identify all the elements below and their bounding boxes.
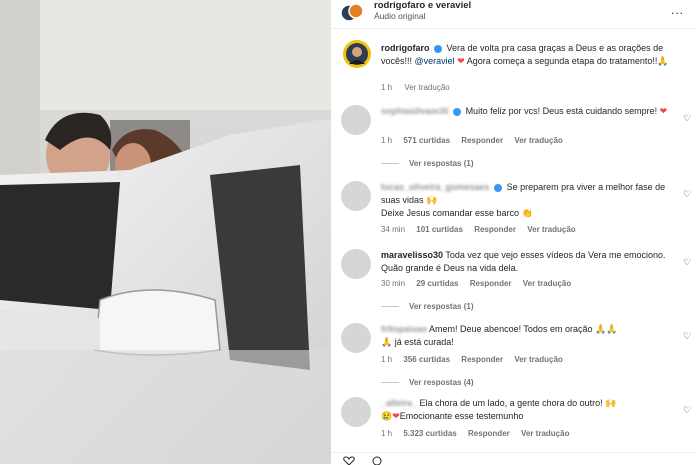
clapping-hands-icon: 👏 — [521, 208, 533, 218]
translate-button[interactable]: Ver tradução — [521, 429, 569, 438]
like-heart-icon[interactable]: ♡ — [682, 189, 692, 199]
comment-username[interactable]: lucas_oliveira_gomesaes — [381, 182, 490, 192]
reply-button[interactable]: Responder — [470, 279, 512, 288]
comment-text: fritopaisao Amem! Deue abencoe! Todos em… — [381, 323, 671, 349]
comment-text: maravelisso30 Toda vez que vejo esses ví… — [381, 249, 671, 275]
caption-translate[interactable]: Ver tradução — [404, 83, 449, 92]
comment-likes[interactable]: 101 curtidas — [416, 225, 463, 234]
divider — [381, 382, 399, 384]
like-heart-icon[interactable]: ♡ — [682, 331, 692, 341]
post-media[interactable] — [0, 0, 331, 464]
reply-button[interactable]: Responder — [461, 355, 503, 364]
comment-meta: 30 min 29 curtidas Responder Ver traduçã… — [381, 279, 580, 288]
post-caption: rodrigofaro Vera de volta pra casa graça… — [331, 34, 696, 94]
divider — [381, 163, 399, 165]
comment-username[interactable]: maravelisso30 — [381, 250, 443, 260]
post-header: rodrigofaro e veraviel Áudio original ..… — [331, 0, 696, 29]
reply-button[interactable]: Responder — [461, 136, 503, 145]
raised-hands-icon: 🙌 — [426, 195, 438, 205]
comment-likes[interactable]: 5.323 curtidas — [403, 429, 456, 438]
comment-body: Amem! Deue abencoe! Todos em oração — [429, 324, 595, 334]
comment-username[interactable]: sophiasilvaoclit — [381, 106, 449, 116]
comment-meta: 1 h 571 curtidas Responder Ver tradução — [381, 136, 572, 145]
heart-emoji-icon: ❤ — [659, 106, 668, 116]
view-replies-button[interactable]: Ver respostas (4) — [381, 378, 473, 387]
caption-username[interactable]: rodrigofaro — [381, 43, 430, 53]
caption-text: rodrigofaro Vera de volta pra casa graça… — [381, 42, 681, 68]
praying-hands-icon: 🙏🙏 — [594, 324, 618, 334]
avatar-image — [343, 40, 371, 68]
avatar[interactable] — [341, 181, 371, 211]
comment-body-2: Emocionante esse testemunho — [399, 411, 524, 421]
avatar[interactable] — [341, 323, 371, 353]
comment-likes[interactable]: 29 curtidas — [416, 279, 458, 288]
comment-body-2: Deixe Jesus comandar esse barco — [381, 208, 522, 218]
like-heart-icon[interactable]: ♡ — [682, 257, 692, 267]
translate-button[interactable]: Ver tradução — [527, 225, 575, 234]
comment-time: 1 h — [381, 429, 393, 438]
comment-username[interactable]: fritopaisao — [381, 324, 427, 334]
post-panel: rodrigofaro e veraviel Áudio original ..… — [331, 0, 696, 465]
verified-icon — [434, 44, 443, 53]
comment-text: lucas_oliveira_gomesaes Se preparem pra … — [381, 181, 671, 220]
reply-button[interactable]: Responder — [468, 429, 510, 438]
divider — [381, 306, 399, 308]
translate-button[interactable]: Ver tradução — [514, 136, 562, 145]
video-frame — [0, 0, 331, 464]
view-replies-button[interactable]: Ver respostas (1) — [381, 302, 473, 311]
verified-icon — [453, 107, 462, 116]
verified-icon — [494, 183, 503, 192]
view-replies-label: Ver respostas (1) — [409, 302, 474, 311]
caption-time: 1 h — [381, 83, 393, 92]
comment-likes[interactable]: 356 curtidas — [403, 355, 450, 364]
raised-hands-icon: 🙌 — [605, 398, 617, 408]
comment-text: sophiasilvaoclit Muito feliz por vcs! De… — [381, 105, 671, 118]
caption-meta: 1 h Ver tradução — [381, 83, 460, 92]
audio-label[interactable]: Áudio original — [374, 11, 426, 21]
comment-meta: 1 h 356 curtidas Responder Ver tradução — [381, 355, 572, 364]
mention-link[interactable]: @veraviel — [415, 56, 455, 66]
like-heart-icon[interactable]: ♡ — [682, 113, 692, 123]
post-authors[interactable]: rodrigofaro e veraviel — [374, 0, 471, 11]
comment-time: 34 min — [381, 225, 406, 234]
crying-heart-icon: 😢❤ — [381, 411, 400, 421]
like-heart-icon[interactable]: ♡ — [682, 405, 692, 415]
comment-body: Ela chora de um lado, a gente chora do o… — [419, 398, 606, 408]
post-actions-bar — [331, 452, 696, 465]
avatar[interactable] — [341, 105, 371, 135]
translate-button[interactable]: Ver tradução — [514, 355, 562, 364]
avatar[interactable] — [341, 397, 371, 427]
praying-hands-icon: 🙏 — [657, 56, 669, 66]
caption-body-2: Agora começa a segunda etapa do tratamen… — [464, 56, 658, 66]
view-replies-label: Ver respostas (1) — [409, 159, 474, 168]
comment-likes[interactable]: 571 curtidas — [403, 136, 450, 145]
more-options-icon[interactable]: ... — [671, 3, 684, 17]
comment-text: _alleira_ Ela chora de um lado, a gente … — [381, 397, 671, 423]
comment-meta: 1 h 5.323 curtidas Responder Ver traduçã… — [381, 429, 578, 438]
comment-username[interactable]: _alleira_ — [381, 398, 417, 408]
avatar[interactable] — [343, 40, 371, 68]
comment-time: 1 h — [381, 355, 393, 364]
collab-avatars[interactable] — [341, 2, 363, 24]
comment-time: 30 min — [381, 279, 406, 288]
avatar[interactable] — [341, 249, 371, 279]
comment-body: Muito feliz por vcs! Deus está cuidando … — [465, 106, 660, 116]
praying-hands-icon: 🙏 — [381, 337, 393, 347]
comment-meta: 34 min 101 curtidas Responder Ver traduç… — [381, 225, 585, 234]
view-replies-button[interactable]: Ver respostas (1) — [381, 159, 473, 168]
translate-button[interactable]: Ver tradução — [523, 279, 571, 288]
heart-emoji-icon: ❤ — [454, 56, 465, 66]
comment-time: 1 h — [381, 136, 393, 145]
reply-button[interactable]: Responder — [474, 225, 516, 234]
view-replies-label: Ver respostas (4) — [409, 378, 474, 387]
comment-body-2: já está curada! — [392, 337, 454, 347]
